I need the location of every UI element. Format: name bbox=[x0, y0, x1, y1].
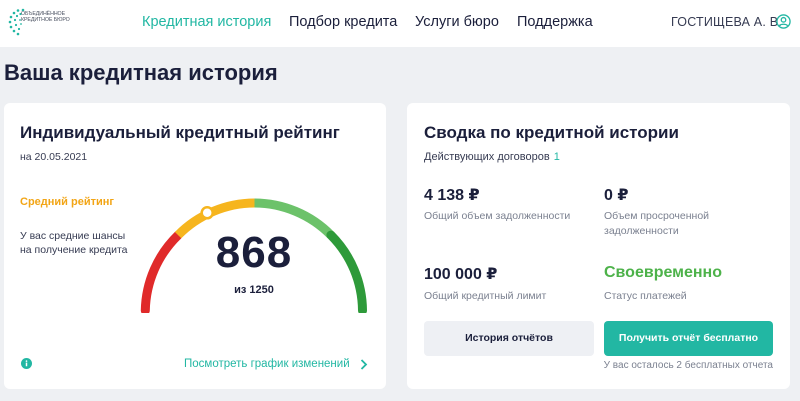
active-contracts-label: Действующих договоров bbox=[424, 151, 550, 163]
page-title: Ваша кредитная история bbox=[4, 60, 278, 85]
gauge-dark-green-segment bbox=[326, 230, 367, 313]
nav-credit-history[interactable]: Кредитная история bbox=[142, 14, 271, 30]
active-contracts: Действующих договоров 1 bbox=[424, 151, 560, 163]
rating-score-max: из 1250 bbox=[234, 284, 274, 296]
top-header: Объединённое кредитное бюро Кредитная ис… bbox=[0, 0, 800, 47]
overdue-label: Объем просроченной задолженности bbox=[604, 210, 710, 237]
credit-limit-value: 100 000 ₽ bbox=[424, 266, 498, 283]
summary-card-title: Сводка по кредитной истории bbox=[424, 123, 679, 142]
summary-card: Сводка по кредитной истории Действующих … bbox=[407, 103, 790, 389]
rating-score: 868 bbox=[215, 228, 293, 277]
nav-support[interactable]: Поддержка bbox=[517, 14, 593, 30]
report-history-button[interactable]: История отчётов bbox=[424, 321, 594, 356]
total-debt-label: Общий объем задолженности bbox=[424, 210, 571, 222]
rating-card-title: Индивидуальный кредитный рейтинг bbox=[20, 123, 340, 142]
chevron-right-icon[interactable] bbox=[360, 359, 368, 370]
info-icon[interactable] bbox=[21, 358, 32, 369]
user-name[interactable]: ГОСТИЩЕВА А. В. bbox=[671, 15, 782, 29]
total-debt-value: 4 138 ₽ bbox=[424, 187, 480, 204]
overdue-value: 0 ₽ bbox=[604, 187, 629, 204]
gauge-marker bbox=[200, 206, 214, 220]
get-free-report-button[interactable]: Получить отчёт бесплатно bbox=[604, 321, 773, 356]
logo-text: Объединённое кредитное бюро bbox=[21, 11, 70, 24]
nav-bureau-services[interactable]: Услуги бюро bbox=[415, 14, 499, 30]
user-circle-icon[interactable] bbox=[776, 14, 791, 29]
payment-status-label: Статус платежей bbox=[604, 290, 687, 302]
active-contracts-count: 1 bbox=[553, 151, 560, 163]
rating-level-label: Средний рейтинг bbox=[20, 196, 114, 208]
rating-description: У вас средние шансы на получение кредита bbox=[20, 230, 128, 256]
credit-limit-label: Общий кредитный лимит bbox=[424, 290, 547, 302]
rating-date: на 20.05.2021 bbox=[20, 151, 88, 163]
view-changes-link[interactable]: Посмотреть график изменений bbox=[184, 358, 350, 370]
payment-status-value: Своевременно bbox=[604, 264, 722, 281]
gauge-red-segment bbox=[140, 230, 183, 313]
rating-card: Индивидуальный кредитный рейтинг на 20.0… bbox=[4, 103, 386, 389]
nav-credit-selection[interactable]: Подбор кредита bbox=[289, 14, 397, 30]
remaining-reports-text: У вас осталось 2 бесплатных отчета bbox=[603, 360, 773, 371]
